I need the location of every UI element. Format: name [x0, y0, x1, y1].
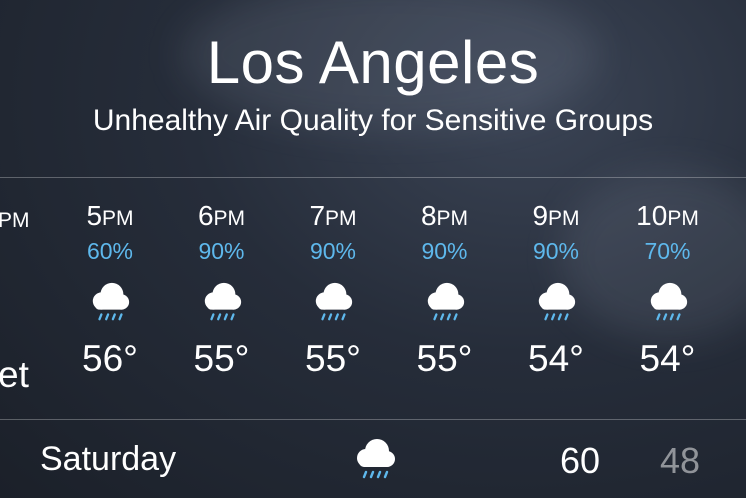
- hour-time: 10PM: [636, 200, 699, 231]
- condition-subtitle: Unhealthy Air Quality for Sensitive Grou…: [92, 104, 654, 137]
- hour-time: 5PM: [86, 200, 134, 231]
- precip-chance: 60%: [86, 238, 134, 264]
- precip-chance: 90%: [198, 238, 245, 264]
- city-title: Los Angeles: [206, 29, 540, 96]
- partial-hour-time: PM: [0, 209, 30, 232]
- precip-chance: 70%: [644, 238, 691, 264]
- hour-column: 8PM 90% 55°: [390, 200, 500, 380]
- precip-chance: 90%: [421, 238, 468, 264]
- rain-cloud-icon: [167, 280, 277, 326]
- rain-cloud-icon: [390, 280, 500, 326]
- hour-column: 10PM 70% 54°: [613, 200, 723, 380]
- hour-temperature: 55°: [193, 338, 250, 379]
- rain-cloud-icon: [278, 280, 388, 326]
- partial-hour-temp: et: [0, 354, 29, 395]
- hour-time: 6PM: [197, 200, 246, 231]
- hour-column: 7PM 90% 55°: [278, 200, 388, 380]
- hour-time: 7PM: [309, 200, 357, 231]
- hour-temperature: 55°: [305, 338, 361, 379]
- hour-temperature: 54°: [528, 338, 584, 379]
- precip-chance: 90%: [532, 238, 580, 264]
- hour-time: 9PM: [532, 200, 580, 231]
- rain-cloud-icon: [351, 436, 399, 487]
- rain-cloud-icon: [501, 280, 611, 326]
- rain-cloud-icon: [55, 280, 165, 326]
- high-temperature: 60: [560, 440, 601, 481]
- hour-time: 8PM: [420, 200, 469, 231]
- divider-bottom: [0, 419, 746, 420]
- hour-column: 6PM 90% 55°: [167, 200, 277, 380]
- day-name: Saturday: [40, 440, 177, 478]
- hour-column: 5PM 60% 56°: [55, 200, 165, 380]
- precip-chance: 90%: [309, 238, 357, 264]
- hour-temperature: 55°: [416, 338, 473, 379]
- hour-column: 9PM 90% 54°: [501, 200, 611, 380]
- hour-temperature: 56°: [82, 338, 138, 379]
- divider-top: [0, 177, 746, 178]
- rain-cloud-icon: [613, 280, 723, 326]
- hour-temperature: 54°: [639, 338, 696, 379]
- low-temperature: 48: [660, 440, 701, 481]
